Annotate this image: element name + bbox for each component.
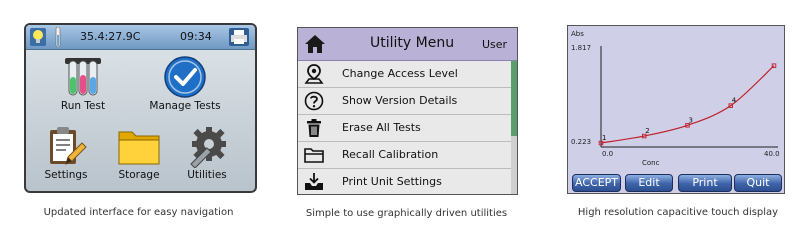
test-tubes-icon: [65, 58, 101, 96]
folder-icon: [304, 148, 324, 163]
x-axis-label: Conc: [642, 159, 660, 167]
x-tick-label: 40.0: [764, 150, 780, 158]
menu-item-print-unit-settings[interactable]: Print Unit Settings: [298, 169, 511, 194]
menu-item-erase-all-tests[interactable]: Erase All Tests: [298, 115, 511, 142]
manage-tests-button[interactable]: Manage Tests: [142, 55, 228, 112]
manage-tests-label: Manage Tests: [149, 100, 221, 112]
quit-button[interactable]: Quit: [734, 174, 782, 192]
menu-item-label: Recall Calibration: [342, 148, 439, 161]
status-bar: 35.4:27.9C 09:34: [26, 25, 255, 50]
checkmark-icon: [164, 56, 206, 98]
menu-item-change-access-level[interactable]: Change Access Level: [298, 61, 511, 88]
lightbulb-icon[interactable]: [30, 28, 46, 46]
menu-item-recall-calibration[interactable]: Recall Calibration: [298, 142, 511, 169]
run-test-label: Run Test: [60, 100, 106, 112]
point-label: 4: [732, 97, 737, 105]
edit-button[interactable]: Edit: [625, 174, 673, 192]
utility-menu-screen: Utility Menu User Change Access Level Sh…: [297, 27, 518, 195]
gear-wrench-icon: [190, 127, 226, 168]
user-level: User: [482, 38, 508, 51]
calibration-graph-screen: Abs 1.817 0.223 0.0 40.0 Conc 1 2 3 4 ACCEP…: [567, 25, 785, 194]
point-label: 1: [602, 134, 606, 142]
home-icon[interactable]: [304, 33, 326, 55]
caption-utilities: Simple to use graphically driven utiliti…: [305, 208, 508, 219]
question-circle-icon: [304, 91, 324, 111]
y-tick-label: 0.223: [571, 138, 591, 146]
menu-item-label: Change Access Level: [342, 67, 458, 80]
point-label: 2: [645, 127, 649, 135]
printer-tray-icon: [305, 173, 323, 190]
utility-menu-header: Utility Menu User: [298, 28, 517, 61]
menu-item-show-version-details[interactable]: Show Version Details: [298, 88, 511, 115]
clipboard-pencil-icon: [50, 127, 87, 165]
calibration-chart: Abs 1.817 0.223 0.0 40.0 Conc 1 2 3 4: [571, 30, 780, 167]
utilities-button[interactable]: Utilities: [164, 124, 250, 181]
point-label: 3: [689, 116, 693, 124]
menu-item-label: Print Unit Settings: [342, 175, 442, 188]
menu-item-label: Show Version Details: [342, 94, 458, 107]
thermometer-icon: [55, 27, 61, 47]
calibration-series: 1 2 3 4: [598, 63, 777, 146]
page-title: Utility Menu: [370, 35, 455, 51]
caption-navigation: Updated interface for easy navigation: [43, 207, 234, 218]
run-test-button[interactable]: Run Test: [40, 55, 126, 112]
clock-readout: 09:34: [180, 30, 212, 43]
home-screen: 35.4:27.9C 09:34 Run Test Manage Tests S…: [24, 23, 257, 193]
utilities-label: Utilities: [187, 169, 227, 181]
accept-button[interactable]: ACCEPT: [572, 174, 621, 192]
print-button[interactable]: Print: [678, 174, 732, 192]
caption-touch-display: High resolution capacitive touch display: [577, 207, 779, 218]
scrollbar-thumb[interactable]: [511, 61, 517, 136]
trash-icon: [307, 119, 321, 137]
person-pin-icon: [304, 64, 324, 84]
temperature-readout: 35.4:27.9C: [80, 30, 141, 43]
x-tick-label: 0.0: [602, 150, 613, 158]
menu-item-label: Erase All Tests: [342, 121, 421, 134]
printer-icon[interactable]: [229, 28, 249, 46]
y-tick-label: 1.817: [571, 44, 591, 52]
scrollbar[interactable]: [511, 61, 517, 194]
folder-icon: [118, 131, 160, 165]
y-axis-label: Abs: [571, 30, 584, 38]
calibration-line: [600, 65, 775, 144]
